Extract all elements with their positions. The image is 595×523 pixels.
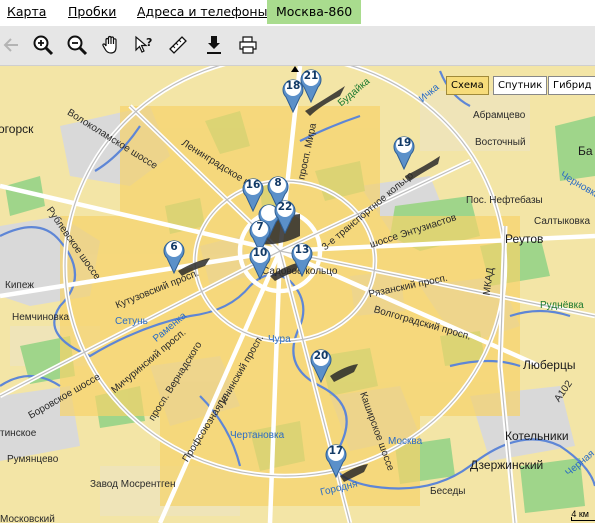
map-label: Пос. Нефтебазы (466, 195, 543, 206)
map-type-hybrid-button[interactable]: Гибрид (548, 76, 595, 95)
map-label: Завод Мосрентген (90, 479, 176, 490)
map-label: Реутов (505, 232, 544, 246)
map-label: Сетунь (115, 316, 148, 327)
map-type-scheme-button[interactable]: Схема (446, 76, 489, 95)
map-type-satellite-button[interactable]: Спутник (493, 76, 548, 95)
top-tabs: Карта Пробки Адреса и телефоны Москва-86… (0, 0, 595, 26)
map-canvas[interactable]: Схема Спутник Гибрид огорск Волоколамско… (0, 66, 595, 523)
marker-number: 19 (396, 137, 412, 149)
marker-number: 20 (313, 350, 329, 362)
map-label: тинское (0, 428, 37, 439)
map-label: огорск (0, 122, 34, 136)
map-label: Восточный (475, 137, 526, 148)
map-label: Руднёвка (540, 300, 584, 311)
query-icon[interactable]: ? (133, 34, 155, 56)
marker-number: 16 (245, 179, 261, 191)
north-arrow-icon (291, 66, 299, 72)
marker-number: 18 (285, 80, 301, 92)
map-base-layer (0, 66, 595, 523)
print-icon[interactable] (237, 34, 259, 56)
map-label: Москва (388, 436, 423, 447)
marker-number: 13 (294, 244, 310, 256)
map-label: Московский (0, 514, 55, 523)
map-label: Беседы (430, 486, 466, 497)
svg-text:?: ? (146, 36, 152, 49)
zoom-out-icon[interactable] (66, 34, 88, 56)
map-toolbar: ? (0, 26, 595, 66)
scale-bar (571, 517, 595, 521)
tab-traffic[interactable]: Пробки (68, 0, 116, 24)
map-label: Люберцы (523, 358, 576, 372)
map-label: Дзержинский (470, 458, 544, 472)
download-icon[interactable] (203, 34, 225, 56)
map-label: Немчиновка (12, 312, 70, 323)
marker-number: 22 (277, 201, 293, 213)
marker-number: 17 (328, 445, 344, 457)
tab-addresses[interactable]: Адреса и телефоны (137, 0, 267, 24)
map-marker[interactable]: 13 (290, 241, 314, 278)
map-marker[interactable]: 6 (162, 238, 186, 275)
map-scale: 4 км (571, 509, 595, 521)
map-label: Чура (268, 334, 291, 345)
back-arrow-icon[interactable] (1, 34, 23, 56)
ruler-icon[interactable] (167, 34, 189, 56)
map-label: Котельники (505, 429, 569, 443)
map-marker[interactable]: 18 (281, 77, 305, 114)
map-label: Салтыковка (534, 216, 591, 227)
map-label: Кипеж (5, 280, 34, 291)
zoom-in-icon[interactable] (32, 34, 54, 56)
tab-city-active[interactable]: Москва-860 (267, 0, 362, 24)
map-label: Чертановка (230, 430, 285, 441)
hand-icon[interactable] (100, 34, 122, 56)
marker-number: 6 (170, 241, 178, 253)
marker-number: 10 (252, 247, 268, 259)
map-label: Ба (578, 144, 593, 158)
map-marker[interactable]: 20 (309, 347, 333, 384)
marker-number: 8 (274, 177, 282, 189)
tab-map[interactable]: Карта (7, 0, 46, 24)
marker-number: 7 (256, 221, 264, 233)
map-label: Абрамцево (473, 110, 526, 121)
map-marker[interactable]: 22 (273, 198, 297, 235)
map-marker[interactable]: 10 (248, 244, 272, 281)
map-label: Румянцево (7, 454, 59, 465)
map-marker[interactable]: 19 (392, 134, 416, 171)
map-marker[interactable]: 17 (324, 442, 348, 479)
